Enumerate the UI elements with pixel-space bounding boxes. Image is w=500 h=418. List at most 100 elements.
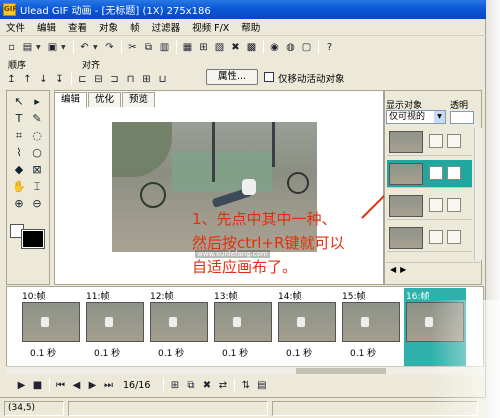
object-visible-toggle[interactable] — [429, 134, 443, 148]
web-icon[interactable]: ◉ — [267, 40, 282, 55]
paste-icon[interactable]: ▥ — [157, 40, 172, 55]
copy-icon[interactable]: ⧉ — [141, 40, 156, 55]
object-row[interactable] — [387, 128, 472, 156]
object-lock-toggle[interactable] — [447, 166, 461, 180]
display-filter-select[interactable]: 仅可视的 ▼ — [386, 110, 446, 124]
tab-edit[interactable]: 编辑 — [54, 92, 88, 108]
align-right-icon[interactable]: ⊐ — [107, 72, 122, 87]
open-icon[interactable]: ▤ — [20, 40, 35, 55]
zoom-in-icon[interactable]: ⊕ — [11, 196, 27, 212]
menu-frame[interactable]: 帧 — [130, 20, 140, 34]
only-move-active-checkbox[interactable] — [264, 72, 274, 82]
chevron-down-icon[interactable]: ▼ — [434, 111, 445, 123]
crop-icon[interactable]: ⌗ — [11, 128, 27, 144]
fill-icon[interactable]: ◆ — [11, 162, 27, 178]
menu-filter[interactable]: 过滤器 — [152, 20, 181, 34]
play-icon[interactable]: ▶ — [14, 378, 29, 393]
frame-delay[interactable]: 0.1 秒 — [94, 346, 120, 359]
align-center-icon[interactable]: ⊟ — [91, 72, 106, 87]
lasso-icon[interactable]: ◌ — [29, 128, 45, 144]
previous-frame-icon[interactable]: ◀ — [69, 378, 84, 393]
object-lock-toggle[interactable] — [447, 198, 461, 212]
tool-icon[interactable]: ▧ — [212, 40, 227, 55]
select-icon[interactable]: ▸ — [29, 94, 45, 110]
tween-icon[interactable]: ⇄ — [215, 378, 230, 393]
object-visible-toggle[interactable] — [429, 230, 443, 244]
foreground-color-swatch[interactable] — [21, 229, 45, 249]
transform-icon[interactable]: ⊠ — [29, 162, 45, 178]
frame-delay[interactable]: 0.1 秒 — [350, 346, 376, 359]
object-lock-toggle[interactable] — [447, 134, 461, 148]
last-frame-icon[interactable]: ⏭ — [101, 378, 116, 393]
delete-frame-icon[interactable]: ✖ — [199, 378, 214, 393]
preview-icon[interactable]: ▢ — [299, 40, 314, 55]
undo-icon[interactable]: ↶ — [77, 40, 92, 55]
menu-view[interactable]: 查看 — [68, 20, 87, 34]
frame-icon[interactable]: ▦ — [180, 40, 195, 55]
object-visible-toggle[interactable] — [429, 198, 443, 212]
chevron-down-icon[interactable]: ▼ — [93, 44, 99, 51]
menu-edit[interactable]: 编辑 — [37, 20, 56, 34]
reverse-icon[interactable]: ⇅ — [238, 378, 253, 393]
duplicate-frame-icon[interactable]: ⧉ — [183, 378, 198, 393]
delete-icon[interactable]: ✖ — [228, 40, 243, 55]
tab-optimize[interactable]: 优化 — [88, 92, 122, 107]
menu-help[interactable]: 帮助 — [241, 20, 260, 34]
measure-icon[interactable]: ⌶ — [29, 179, 45, 195]
backward-icon[interactable]: ↓ — [36, 72, 51, 87]
align-bottom-icon[interactable]: ⊔ — [155, 72, 170, 87]
frame-delay[interactable]: 0.1 秒 — [286, 346, 312, 359]
frame-item[interactable]: 11:帧 0.1 秒 — [84, 288, 146, 372]
forward-icon[interactable]: ↑ — [20, 72, 35, 87]
object-row[interactable] — [387, 192, 472, 220]
next-frame-icon[interactable]: ▶ — [85, 378, 100, 393]
object-row[interactable] — [387, 224, 472, 252]
help-icon[interactable]: ? — [322, 40, 337, 55]
brush-icon[interactable]: ⌇ — [11, 145, 27, 161]
chevron-down-icon[interactable]: ▼ — [36, 44, 42, 51]
redo-icon[interactable]: ↷ — [102, 40, 117, 55]
menu-object[interactable]: 对象 — [99, 20, 118, 34]
frame-item[interactable]: 13:帧 0.1 秒 — [212, 288, 274, 372]
align-top-icon[interactable]: ⊓ — [123, 72, 138, 87]
chevron-right-icon[interactable]: ▶ — [400, 265, 406, 274]
cut-icon[interactable]: ✂ — [125, 40, 140, 55]
tab-preview[interactable]: 预览 — [122, 92, 156, 107]
pointer-icon[interactable]: ↖ — [11, 94, 27, 110]
opacity-input[interactable] — [450, 111, 474, 124]
object-list-scrollbar[interactable] — [474, 128, 482, 260]
properties-button[interactable]: 属性... — [206, 69, 258, 85]
text-icon[interactable]: T — [11, 111, 27, 127]
object-row-selected[interactable] — [387, 160, 472, 188]
zoom-out-icon[interactable]: ⊖ — [29, 196, 45, 212]
grid-icon[interactable]: ▩ — [244, 40, 259, 55]
menu-file[interactable]: 文件 — [6, 20, 25, 34]
frame-properties-icon[interactable]: ▤ — [254, 378, 269, 393]
frame-item[interactable]: 10:帧 0.1 秒 — [20, 288, 82, 372]
frame-delay[interactable]: 0.1 秒 — [222, 346, 248, 359]
stop-icon[interactable]: ■ — [30, 378, 45, 393]
menu-video-fx[interactable]: 视频 F/X — [192, 20, 229, 34]
eyedropper-icon[interactable]: ✎ — [29, 111, 45, 127]
new-icon[interactable]: ▫ — [4, 40, 19, 55]
frame-item[interactable]: 14:帧 0.1 秒 — [276, 288, 338, 372]
bring-front-icon[interactable]: ↥ — [4, 72, 19, 87]
align-left-icon[interactable]: ⊏ — [75, 72, 90, 87]
chevron-left-icon[interactable]: ◀ — [390, 265, 396, 274]
scrollbar-thumb[interactable] — [296, 368, 386, 374]
resize-icon[interactable]: ⊞ — [196, 40, 211, 55]
ellipse-icon[interactable]: ○ — [29, 145, 45, 161]
object-lock-toggle[interactable] — [447, 230, 461, 244]
frame-scrollbar[interactable] — [6, 366, 484, 375]
align-middle-icon[interactable]: ⊞ — [139, 72, 154, 87]
frame-item[interactable]: 12:帧 0.1 秒 — [148, 288, 210, 372]
frame-item[interactable]: 15:帧 0.1 秒 — [340, 288, 402, 372]
export-icon[interactable]: ◍ — [283, 40, 298, 55]
frame-delay[interactable]: 0.1 秒 — [30, 346, 56, 359]
frame-delay[interactable]: 0.1 秒 — [158, 346, 184, 359]
add-frame-icon[interactable]: ⊞ — [167, 378, 182, 393]
send-back-icon[interactable]: ↧ — [52, 72, 67, 87]
object-visible-toggle[interactable] — [429, 166, 443, 180]
save-icon[interactable]: ▣ — [45, 40, 60, 55]
hand-icon[interactable]: ✋ — [11, 179, 27, 195]
